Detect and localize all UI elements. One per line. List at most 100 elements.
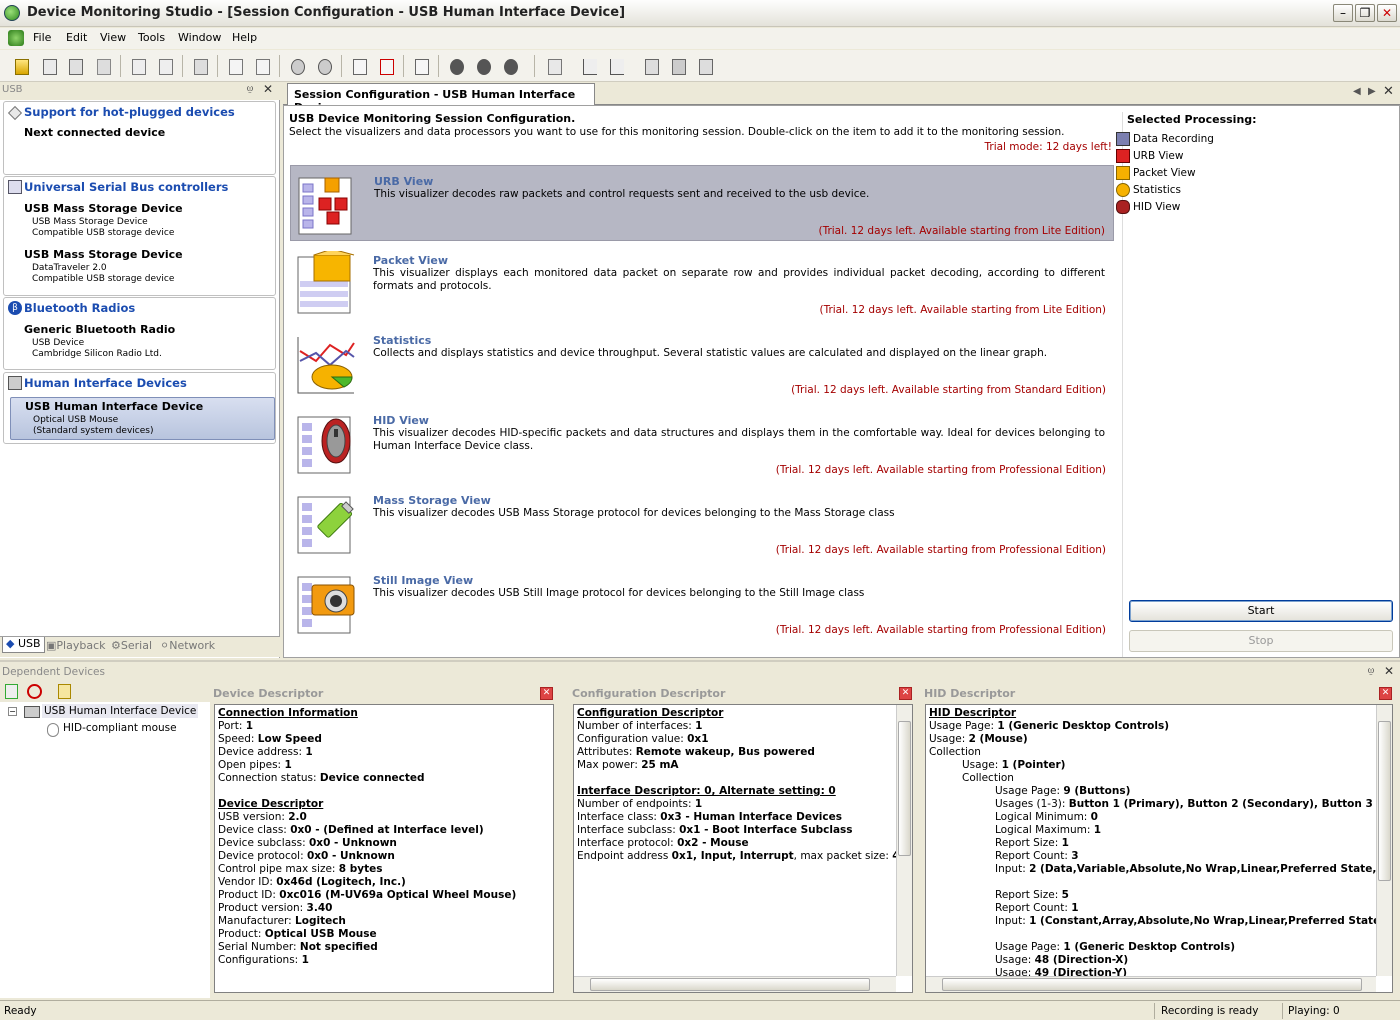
- filter-icon[interactable]: [189, 55, 211, 77]
- menu-tools[interactable]: Tools: [138, 31, 165, 44]
- app-icon: [4, 5, 20, 21]
- visualizer-urb-view[interactable]: URB View This visualizer decodes raw pac…: [290, 165, 1114, 241]
- upload-icon[interactable]: [694, 55, 716, 77]
- tree-item-hid-mouse[interactable]: HID-compliant mouse: [63, 722, 177, 734]
- descriptor-line: Speed: Low Speed: [218, 733, 550, 746]
- stop-icon[interactable]: [499, 55, 521, 77]
- graph-icon[interactable]: [543, 55, 565, 77]
- processing-statistics[interactable]: Statistics: [1116, 183, 1181, 197]
- battery-icon[interactable]: [5, 684, 18, 699]
- device-mass-storage-2[interactable]: USB Mass Storage Device: [24, 248, 183, 261]
- properties-icon[interactable]: [92, 55, 114, 77]
- tab-prev-icon[interactable]: ◀: [1353, 86, 1361, 97]
- descriptor-line: Collection: [929, 772, 1389, 785]
- tab-close-icon[interactable]: ✕: [1383, 84, 1394, 99]
- start-button[interactable]: Start: [1129, 600, 1393, 622]
- close-panel-icon[interactable]: ✕: [263, 82, 273, 96]
- pin-icon[interactable]: ⍹: [1368, 665, 1374, 676]
- refresh-icon[interactable]: [27, 684, 42, 699]
- device-next-connected[interactable]: Next connected device: [24, 126, 165, 139]
- field-label: Logical Minimum:: [995, 811, 1091, 823]
- menu-edit[interactable]: Edit: [66, 31, 87, 44]
- tab-session-configuration[interactable]: Session Configuration - USB Human Interf…: [287, 83, 595, 114]
- collapse-icon[interactable]: −: [8, 707, 17, 716]
- menu-help[interactable]: Help: [232, 31, 257, 44]
- descriptor-line: Usage: 48 (Direction-X): [929, 954, 1389, 967]
- find-next-icon[interactable]: [251, 55, 273, 77]
- visualizer-statistics[interactable]: Statistics Collects and displays statist…: [290, 325, 1114, 401]
- export-icon[interactable]: [348, 55, 370, 77]
- download-icon[interactable]: [667, 55, 689, 77]
- title-bar: Device Monitoring Studio - [Session Conf…: [0, 0, 1400, 27]
- descriptor-line: Interface Descriptor: 0, Alternate setti…: [577, 785, 909, 798]
- minimize-button[interactable]: –: [1333, 4, 1353, 22]
- tab-label: Network: [169, 639, 216, 652]
- scroll-thumb[interactable]: [1378, 721, 1391, 881]
- descriptor-line: Report Size: 5: [929, 889, 1389, 902]
- restore-button[interactable]: ❐: [1355, 4, 1375, 22]
- descriptor-line: Control pipe max size: 8 bytes: [218, 863, 550, 876]
- pin-icon[interactable]: ⍹: [247, 83, 253, 94]
- close-pane-icon[interactable]: ✕: [540, 687, 553, 700]
- menu-file[interactable]: File: [33, 31, 51, 44]
- inbox-icon[interactable]: [640, 55, 662, 77]
- document-icon[interactable]: [58, 684, 71, 699]
- save-icon[interactable]: [38, 55, 60, 77]
- field-value: 1 (Generic Desktop Controls): [1063, 941, 1236, 953]
- processing-data-recording[interactable]: Data Recording: [1116, 132, 1214, 146]
- field-value: 1: [301, 954, 309, 966]
- stop-button[interactable]: Stop: [1129, 630, 1393, 652]
- horizontal-scrollbar[interactable]: [574, 976, 896, 992]
- visualizer-still-image-view[interactable]: Still Image View This visualizer decodes…: [290, 565, 1114, 641]
- field-value: Remote wakeup, Bus powered: [635, 746, 815, 758]
- scroll-thumb[interactable]: [942, 978, 1362, 991]
- report-icon[interactable]: [410, 55, 432, 77]
- horizontal-scrollbar[interactable]: [926, 976, 1376, 992]
- menu-view[interactable]: View: [100, 31, 126, 44]
- close-pane-icon[interactable]: ✕: [1379, 687, 1392, 700]
- tree-item-usb-hid[interactable]: USB Human Interface Device: [42, 704, 199, 718]
- processing-hid-view[interactable]: HID View: [1116, 200, 1180, 214]
- device-hid-selected[interactable]: USB Human Interface Device Optical USB M…: [10, 397, 275, 440]
- status-text: Ready: [4, 1005, 37, 1017]
- tab-playback[interactable]: ▣Playback: [46, 639, 106, 652]
- wave-chart-icon[interactable]: [605, 55, 627, 77]
- find-icon[interactable]: [224, 55, 246, 77]
- scroll-thumb[interactable]: [590, 978, 870, 991]
- close-button[interactable]: ✕: [1377, 4, 1397, 22]
- field-value: 0x1, Input, Interrupt: [671, 850, 794, 862]
- device-mass-storage-1[interactable]: USB Mass Storage Device: [24, 202, 183, 215]
- paste-icon[interactable]: [154, 55, 176, 77]
- visualizer-mass-storage-view[interactable]: Mass Storage View This visualizer decode…: [290, 485, 1114, 561]
- close-pane-icon[interactable]: ✕: [899, 687, 912, 700]
- tab-next-icon[interactable]: ▶: [1368, 86, 1376, 97]
- menu-window[interactable]: Window: [178, 31, 221, 44]
- descriptor-line: Usages (1-3): Button 1 (Primary), Button…: [929, 798, 1392, 811]
- delete-icon[interactable]: [375, 55, 397, 77]
- visualizer-hid-view[interactable]: HID View This visualizer decodes HID-spe…: [290, 405, 1114, 481]
- pause-icon[interactable]: [472, 55, 494, 77]
- selected-processing-title: Selected Processing:: [1127, 113, 1257, 126]
- line-chart-icon[interactable]: [578, 55, 600, 77]
- tab-usb[interactable]: ◆ USB: [2, 637, 45, 653]
- close-panel-icon[interactable]: ✕: [1384, 664, 1394, 678]
- scroll-thumb[interactable]: [898, 721, 911, 856]
- field-label: Usage:: [929, 733, 969, 745]
- field-value: 1: [1071, 902, 1079, 914]
- new-icon[interactable]: [10, 55, 32, 77]
- play-icon[interactable]: [445, 55, 467, 77]
- connect-icon[interactable]: [286, 55, 308, 77]
- vertical-scrollbar[interactable]: [896, 705, 912, 976]
- tab-serial[interactable]: ⚙Serial: [111, 639, 152, 652]
- copy-icon[interactable]: [127, 55, 149, 77]
- processing-packet-view[interactable]: Packet View: [1116, 166, 1196, 180]
- vertical-scrollbar[interactable]: [1376, 705, 1392, 976]
- packet-view-icon: [296, 248, 356, 315]
- device-bluetooth-radio[interactable]: Generic Bluetooth Radio: [24, 323, 175, 336]
- disconnect-icon[interactable]: [313, 55, 335, 77]
- save-as-icon[interactable]: [64, 55, 86, 77]
- dependent-devices-title: Dependent Devices: [2, 666, 105, 678]
- processing-urb-view[interactable]: URB View: [1116, 149, 1183, 163]
- tab-network[interactable]: ⚪Network: [160, 639, 215, 652]
- visualizer-packet-view[interactable]: Packet View This visualizer displays eac…: [290, 245, 1114, 321]
